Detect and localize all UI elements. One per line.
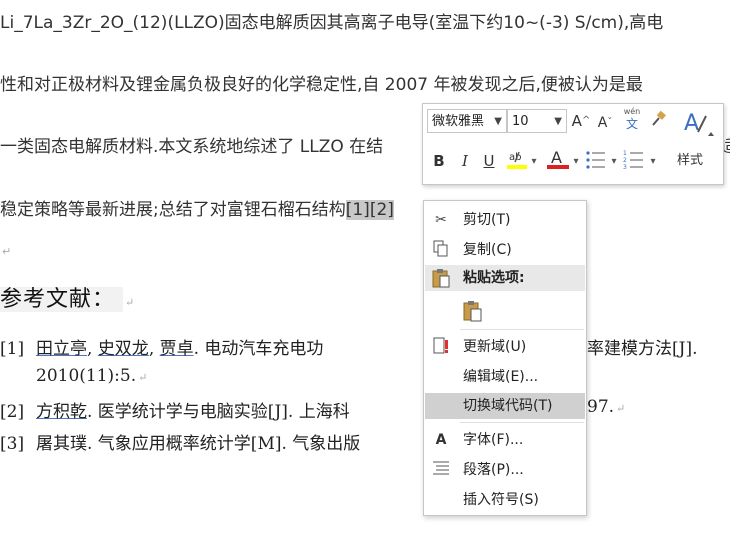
bold-button[interactable]: B: [431, 150, 447, 172]
font-size-select[interactable]: 10 ▼: [507, 109, 567, 133]
clipboard-icon: [431, 268, 451, 288]
bullet-list-icon: [586, 151, 605, 169]
copy-icon: [431, 240, 451, 260]
svg-text:A: A: [551, 148, 562, 167]
bullets-dropdown-icon[interactable]: ▾: [609, 151, 619, 173]
empty-paragraph: ↵: [0, 240, 11, 260]
chevron-down-icon: ▼: [554, 116, 562, 127]
menu-item-toggle-field-codes[interactable]: 切换域代码(T): [425, 393, 585, 419]
phonetic-guide-button[interactable]: wén 文: [621, 106, 643, 130]
document-text: 稳定策略等最新进展;总结了对富锂石榴石结构: [0, 200, 346, 220]
reference-author: 史双龙: [97, 339, 149, 359]
scissors-icon: ✂: [435, 212, 447, 228]
menu-item-insert-symbol[interactable]: 插入符号(S): [425, 487, 585, 513]
menu-item-font[interactable]: A 字体(F)...: [425, 427, 585, 453]
menu-separator: [460, 329, 584, 330]
font-name-select[interactable]: 微软雅黑 ▼: [427, 109, 507, 133]
reference-author: 贾卓: [159, 339, 194, 359]
reference-item-tail: 率建模方法[J].: [587, 339, 698, 359]
menu-item-cut[interactable]: ✂ 剪切(T): [425, 207, 585, 233]
chevron-down-icon: ▼: [494, 116, 502, 127]
reference-author: 方积乾: [36, 402, 87, 422]
references-heading: 参考文献： ↵: [0, 287, 136, 312]
arrow-up-icon: ^: [581, 115, 591, 126]
format-painter-button[interactable]: [647, 110, 669, 134]
highlight-dropdown-icon[interactable]: ▾: [529, 151, 539, 173]
document-line-2: 性和对正极材料及锂金属负极良好的化学稳定性,自 2007 年被发现之后,便被认为…: [0, 70, 643, 95]
document-text: 一类固态电解质材料.本文系统地综述了 LLZO 在结: [0, 137, 384, 157]
highlighter-icon: ab: [507, 151, 527, 169]
menu-separator: [460, 422, 584, 423]
svg-text:A: A: [684, 111, 699, 136]
reference-item: [2] 方积乾. 医学统计学与电脑实验[J]. 上海科: [0, 402, 350, 422]
numbering-dropdown-icon[interactable]: ▾: [648, 151, 658, 173]
font-icon: A: [435, 432, 447, 448]
document-line-4: 稳定策略等最新进展;总结了对富锂石榴石结构[1][2]: [0, 195, 394, 220]
paragraph-mark-icon: ↵: [616, 402, 626, 415]
font-color-icon: A: [547, 148, 569, 169]
paste-keep-text-button[interactable]: [425, 296, 585, 326]
font-color-button[interactable]: A: [547, 148, 569, 178]
reference-item: [3] 屠其璞. 气象应用概率统计学[M]. 气象出版: [0, 434, 361, 454]
document-line-3: 一类固态电解质材料.本文系统地综述了 LLZO 在结 适: [0, 132, 730, 157]
reference-item: [1] 田立亭, 史双龙, 贾卓. 电动汽车充电功: [0, 339, 324, 359]
citation-field[interactable]: [1][2]: [345, 200, 394, 220]
reference-item-continued: 2010(11):5. ↵: [36, 366, 148, 386]
font-color-dropdown-icon[interactable]: ▾: [571, 151, 581, 173]
mini-toolbar: 微软雅黑 ▼ 10 ▼ A^ Aˇ wén 文 A 样式 B I U ab ▾ …: [422, 103, 724, 185]
paragraph-mark-icon: ↵: [2, 245, 12, 258]
underline-button[interactable]: U: [481, 150, 497, 172]
highlight-button[interactable]: ab: [507, 148, 527, 178]
reference-author: 田立亭: [36, 339, 87, 359]
paragraph-icon: [431, 460, 451, 480]
reference-item-tail: 97. ↵: [587, 397, 626, 417]
menu-item-paragraph[interactable]: 段落(P)...: [425, 457, 585, 483]
context-menu: ✂ 剪切(T) 复制(C) 粘贴选项: 更新域(U) 编辑域(E)... 切换域…: [423, 200, 587, 516]
menu-item-copy[interactable]: 复制(C): [425, 237, 585, 263]
numbering-button[interactable]: 1 2 3: [623, 149, 645, 177]
paragraph-mark-icon: ↵: [125, 296, 136, 309]
document-text: Li_7La_3Zr_2O_(12)(LLZO)固态电解质因其高离子电导(室温下…: [0, 13, 664, 33]
styles-icon: A: [684, 111, 714, 136]
shrink-font-button[interactable]: Aˇ: [595, 112, 615, 134]
document-text: 性和对正极材料及锂金属负极良好的化学稳定性,自 2007 年被发现之后,便被认为…: [0, 75, 643, 95]
svg-text:1: 1: [623, 150, 627, 157]
svg-text:2: 2: [623, 157, 627, 164]
paste-keep-text-only-icon: [463, 300, 483, 322]
italic-button[interactable]: I: [457, 150, 473, 172]
numbered-list-icon: 1 2 3: [623, 150, 643, 171]
menu-item-update-field[interactable]: 更新域(U): [425, 334, 585, 360]
menu-item-edit-field[interactable]: 编辑域(E)...: [425, 364, 585, 390]
bullets-button[interactable]: [585, 149, 607, 177]
svg-text:3: 3: [623, 164, 627, 171]
update-field-icon: [431, 337, 451, 357]
menu-header-paste-options: 粘贴选项:: [425, 265, 585, 291]
arrow-down-icon: ˇ: [607, 117, 613, 128]
document-line-1: Li_7La_3Zr_2O_(12)(LLZO)固态电解质因其高离子电导(室温下…: [0, 8, 663, 33]
styles-button[interactable]: A: [677, 108, 717, 144]
grow-font-button[interactable]: A^: [571, 110, 591, 132]
styles-label: 样式: [677, 153, 704, 168]
paragraph-mark-icon: ↵: [138, 371, 148, 384]
paintbrush-icon: [652, 110, 666, 126]
